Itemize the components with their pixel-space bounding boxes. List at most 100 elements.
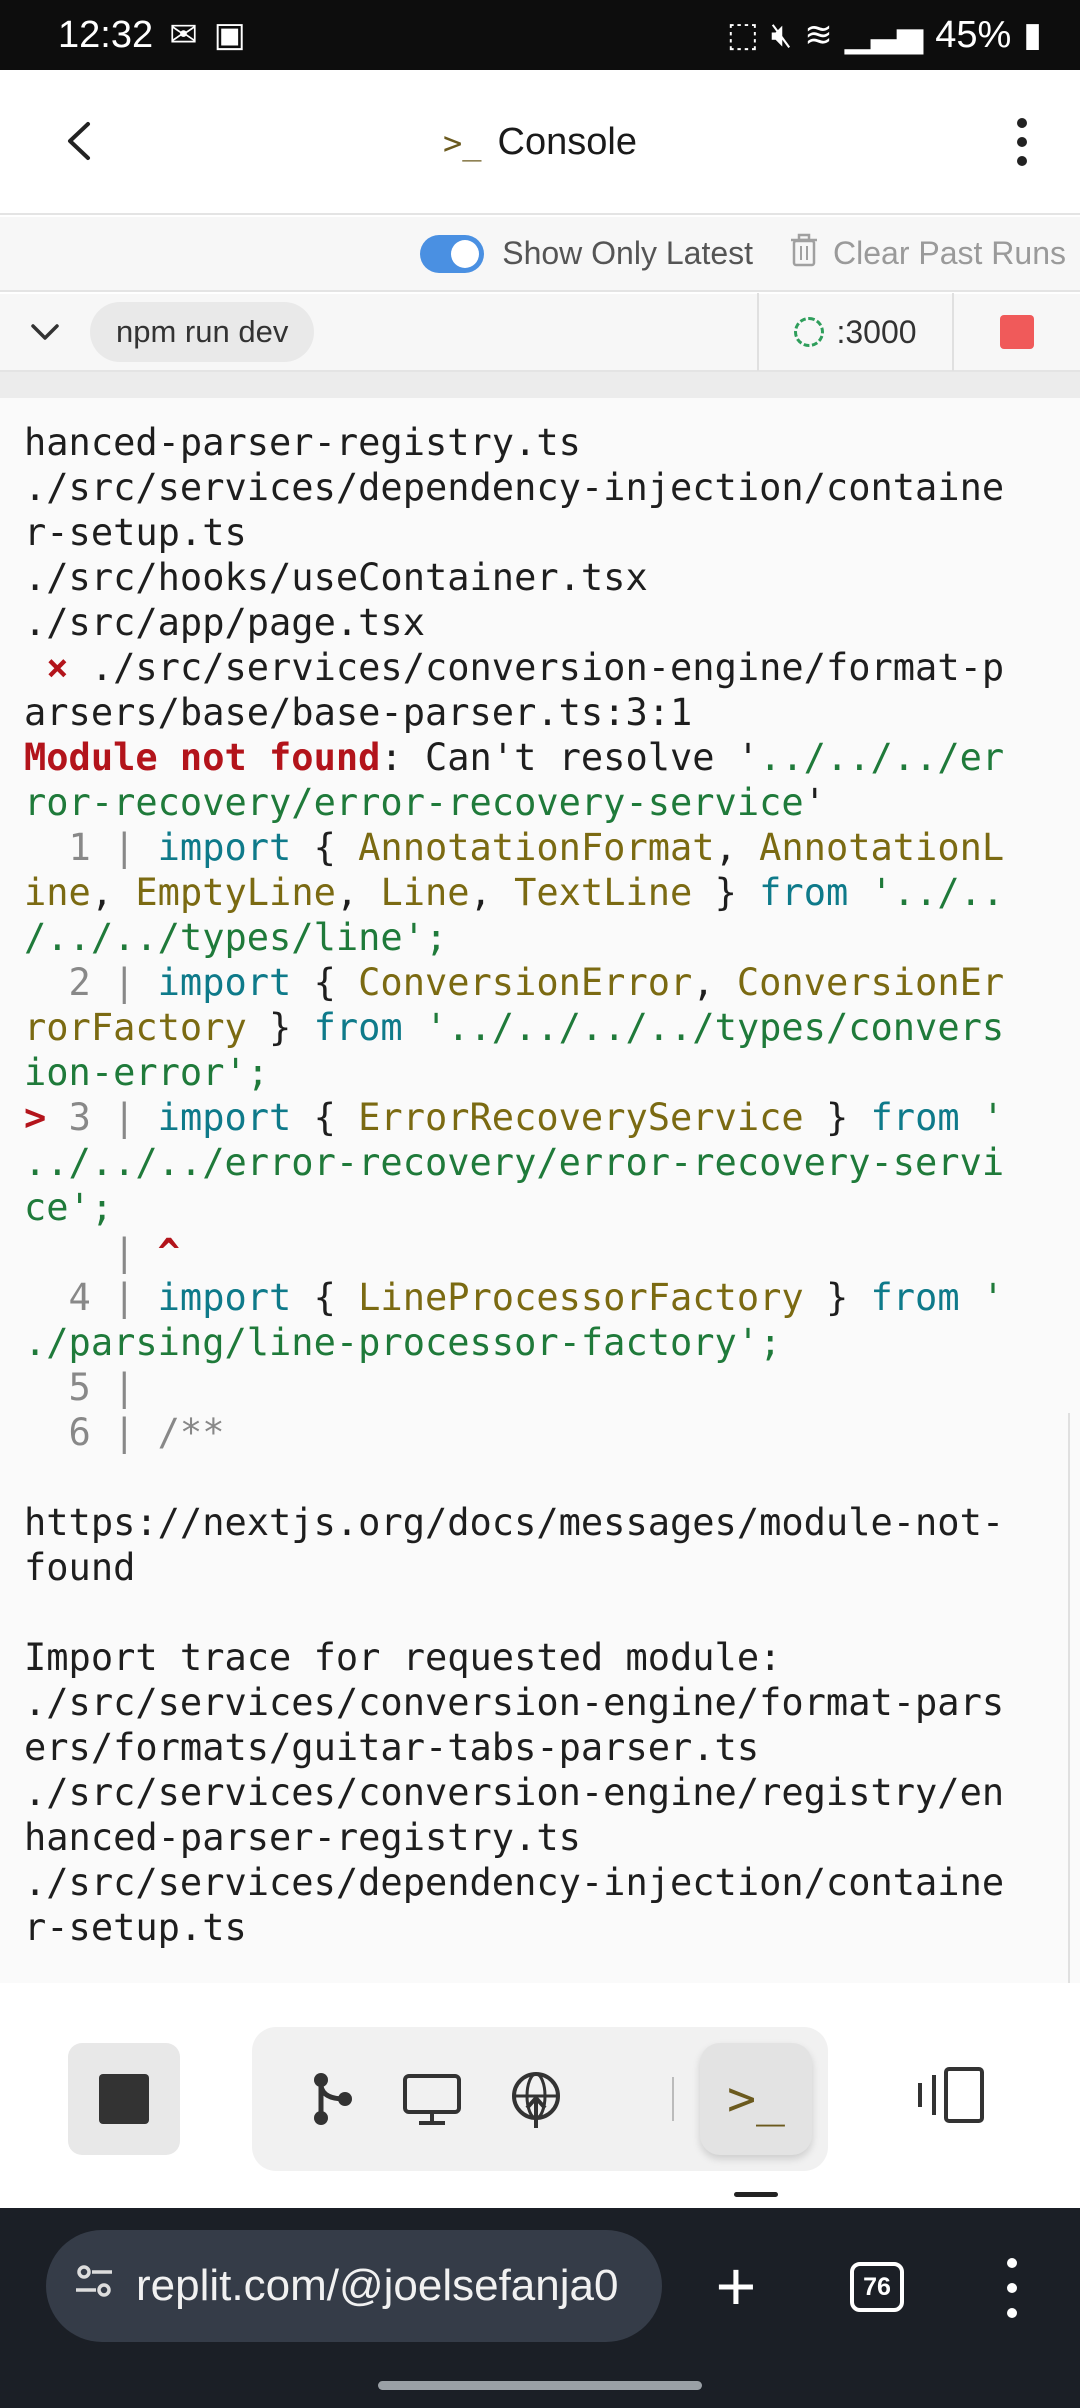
console-text-segment: ConversionEr <box>736 961 1005 1004</box>
tool-switcher: >_ <box>252 2027 828 2171</box>
gesture-navigation-bar[interactable] <box>378 2381 702 2390</box>
console-text-segment: import <box>157 961 292 1004</box>
page-title-text: Console <box>497 121 637 163</box>
console-text-segment: hanced-parser-registry.ts <box>24 1816 581 1859</box>
console-text-segment: r-setup.ts <box>24 1906 247 1949</box>
stop-square-icon <box>99 2074 149 2124</box>
toggle-switch[interactable] <box>420 234 485 273</box>
split-panel-icon <box>918 2067 984 2123</box>
error-mark: × <box>24 646 69 689</box>
console-text-segment: ror-recovery/error-recovery-service <box>24 781 804 824</box>
console-text-segment: from <box>759 871 849 914</box>
run-bar: npm run dev :3000 <box>0 293 1080 372</box>
console-text-segment: /../../types/line'; <box>24 916 448 959</box>
kebab-dot-icon <box>1017 156 1027 166</box>
trash-icon <box>789 233 819 275</box>
app-header: >_ Console <box>0 70 1080 215</box>
more-options-button[interactable] <box>1002 112 1042 172</box>
tab-switcher-button[interactable]: 76 <box>850 2262 904 2312</box>
console-text-segment: ../../../error-recovery/error-recovery-s… <box>24 1141 1005 1184</box>
console-text-segment: AnnotationL <box>759 826 1005 869</box>
clear-past-runs-label: Clear Past Runs <box>833 235 1066 271</box>
console-text: hanced-parser-registry.ts ./src/services… <box>0 398 1080 1950</box>
console-text-segment: , <box>692 961 737 1004</box>
back-button[interactable] <box>58 118 104 164</box>
console-text-segment: ine <box>24 871 91 914</box>
console-text-segment: '../.. <box>848 871 1005 914</box>
console-text-segment: , <box>90 871 136 914</box>
git-branch-icon <box>314 2073 352 2125</box>
battery-icon: ▮ <box>1023 16 1042 54</box>
stop-run-button[interactable] <box>952 293 1080 371</box>
console-text-segment: } <box>803 1276 871 1319</box>
console-line: ./src/hooks/useContainer.tsx <box>24 556 648 599</box>
chevron-down-icon <box>31 324 59 340</box>
split-view-button[interactable] <box>912 2055 992 2135</box>
console-text-segment: } <box>803 1096 871 1139</box>
sync-icon: ⬚ <box>726 16 759 54</box>
dock-handle <box>734 2192 778 2197</box>
console-text-segment: > <box>24 1096 69 1139</box>
console-text-segment: ion-error'; <box>24 1051 270 1094</box>
stop-square-icon <box>1000 315 1034 349</box>
console-text-segment: 6 | <box>24 1411 158 1454</box>
console-prompt-icon: >_ <box>727 2071 785 2127</box>
console-text-segment: '../../../../types/convers <box>402 1006 1005 1049</box>
console-line: r-setup.ts <box>24 511 247 554</box>
battery-level: 45% <box>935 13 1012 56</box>
deploy-globe-icon <box>512 2072 560 2128</box>
console-text-segment: { <box>291 826 359 869</box>
git-tool-button[interactable] <box>288 2055 376 2143</box>
preview-tool-button[interactable] <box>388 2055 476 2143</box>
deploy-tool-button[interactable] <box>492 2055 580 2143</box>
console-line: ./src/app/page.tsx <box>24 601 425 644</box>
stop-button[interactable] <box>68 2043 180 2155</box>
console-text-segment: , <box>714 826 760 869</box>
console-text-segment: ' <box>959 1096 1005 1139</box>
console-text-segment: 1 | <box>24 826 158 869</box>
console-tool-button[interactable]: >_ <box>700 2043 812 2155</box>
console-text-segment: found <box>24 1546 136 1589</box>
console-output[interactable]: hanced-parser-registry.ts ./src/services… <box>0 398 1080 1983</box>
browser-menu-button[interactable] <box>1002 2258 1022 2318</box>
console-text-segment: ../../../er <box>759 736 1005 779</box>
gmail-icon: ✉ <box>169 16 198 54</box>
console-text-segment: TextLine <box>514 871 693 914</box>
kebab-dot-icon <box>1007 2258 1017 2268</box>
console-text-segment: } <box>246 1006 314 1049</box>
console-text-segment: ./src/services/conversion-engine/registr… <box>24 1771 1005 1814</box>
clock: 12:32 <box>58 13 154 56</box>
browser-bar: replit.com/@joelsefanja0 + 76 <box>0 2208 1080 2408</box>
address-bar[interactable]: replit.com/@joelsefanja0 <box>46 2230 662 2342</box>
console-text-segment: ConversionError <box>358 961 693 1004</box>
status-bar: 12:32 ✉ ▣ ⬚ 🔇︎ ≋ ▁▃▅ 45% ▮ <box>0 0 1080 70</box>
console-text-segment: Import trace for requested module: <box>24 1636 782 1679</box>
collapse-run-button[interactable] <box>0 293 90 371</box>
console-line: arsers/base/base-parser.ts:3:1 <box>24 691 693 734</box>
mute-icon: 🔇︎ <box>770 16 793 54</box>
run-command-chip[interactable]: npm run dev <box>90 302 315 362</box>
port-indicator[interactable]: :3000 <box>757 293 952 371</box>
console-text-segment: import <box>157 1276 292 1319</box>
kebab-dot-icon <box>1017 137 1027 147</box>
console-text-segment: from <box>870 1096 960 1139</box>
gallery-icon: ▣ <box>213 16 246 54</box>
console-text-segment: , <box>469 871 515 914</box>
new-tab-button[interactable]: + <box>706 2248 766 2324</box>
port-label: :3000 <box>836 313 917 350</box>
site-settings-icon[interactable] <box>72 2259 116 2314</box>
console-text-segment: ^ <box>157 1231 180 1274</box>
clear-past-runs-button[interactable]: Clear Past Runs <box>789 233 1066 275</box>
console-text-segment: import <box>157 1096 292 1139</box>
console-text-segment: : Can't resolve ' <box>380 736 760 779</box>
error-title: Module not found <box>24 736 381 779</box>
console-text-segment: from <box>313 1006 403 1049</box>
kebab-dot-icon <box>1007 2283 1017 2293</box>
console-text-segment: | <box>24 1231 158 1274</box>
console-text-segment: import <box>157 826 292 869</box>
show-only-latest-toggle[interactable]: Show Only Latest <box>420 234 753 273</box>
console-text-segment: ers/formats/guitar-tabs-parser.ts <box>24 1726 760 1769</box>
console-text-segment: ./src/services/conversion-engine/format-… <box>24 1681 1005 1724</box>
console-text-segment: LineProcessorFactory <box>358 1276 804 1319</box>
scrollbar[interactable] <box>1068 1413 1078 1983</box>
